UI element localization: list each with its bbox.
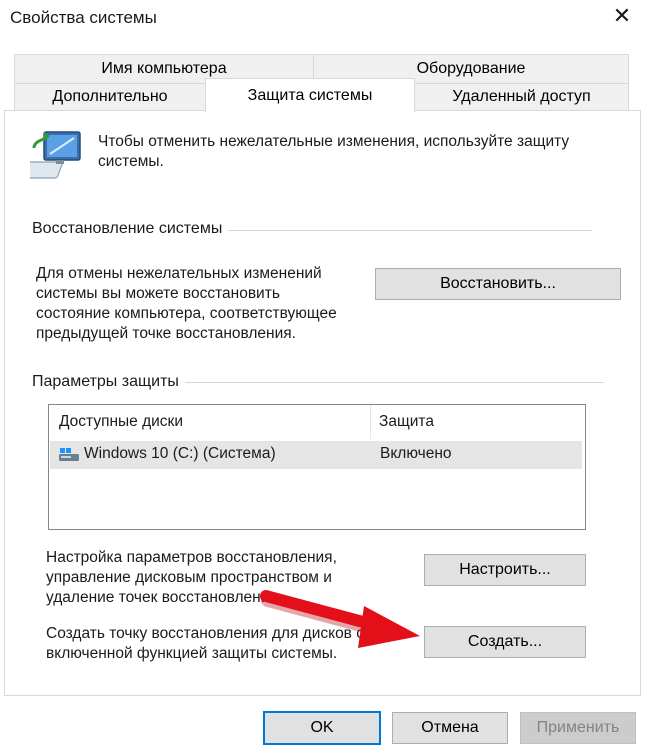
cancel-button-label: Отмена [421, 719, 479, 736]
drives-list[interactable]: Доступные диски Защита Windows 10 (C:) (… [48, 404, 586, 530]
protection-group-label: Параметры защиты [32, 373, 185, 391]
tab-label: Оборудование [416, 60, 526, 77]
drive-status: Включено [380, 445, 452, 462]
intro-text: Чтобы отменить нежелательные изменения, … [98, 133, 570, 170]
apply-button[interactable]: Применить [520, 712, 636, 744]
tab-label: Дополнительно [52, 88, 168, 105]
close-button[interactable]: ✕ [604, 2, 640, 30]
column-separator [370, 405, 371, 439]
cancel-button[interactable]: Отмена [392, 712, 508, 744]
table-row[interactable]: Windows 10 (C:) (Система) Включено [50, 441, 582, 469]
tab-label: Удаленный доступ [452, 88, 591, 105]
configure-button-label: Настроить... [459, 561, 551, 578]
drive-icon [58, 447, 80, 463]
restore-description: Для отмены нежелательных изменений систе… [36, 265, 337, 342]
close-icon: ✕ [612, 3, 632, 28]
drive-name: Windows 10 (C:) (Система) [84, 445, 276, 462]
tab-system-protection[interactable]: Защита системы [205, 78, 415, 112]
computer-shield-icon [17, 126, 86, 186]
restore-button-label: Восстановить... [440, 275, 556, 292]
column-header-protection[interactable]: Защита [379, 405, 579, 439]
tab-remote[interactable]: Удаленный доступ [414, 83, 629, 111]
annotation-arrow-icon [260, 586, 430, 656]
ok-button[interactable]: OK [263, 711, 381, 745]
tab-label: Защита системы [247, 86, 373, 104]
restore-button[interactable]: Восстановить... [375, 268, 621, 300]
window-title: Свойства системы [10, 8, 157, 27]
tab-label: Имя компьютера [101, 60, 227, 77]
create-button-label: Создать... [467, 633, 543, 650]
create-button[interactable]: Создать... [424, 626, 586, 658]
apply-button-label: Применить [536, 719, 620, 736]
restore-group-label: Восстановление системы [32, 220, 229, 238]
ok-button-label: OK [310, 719, 334, 736]
tab-advanced[interactable]: Дополнительно [14, 83, 206, 111]
column-header-drives[interactable]: Доступные диски [59, 405, 369, 439]
configure-button[interactable]: Настроить... [424, 554, 586, 586]
